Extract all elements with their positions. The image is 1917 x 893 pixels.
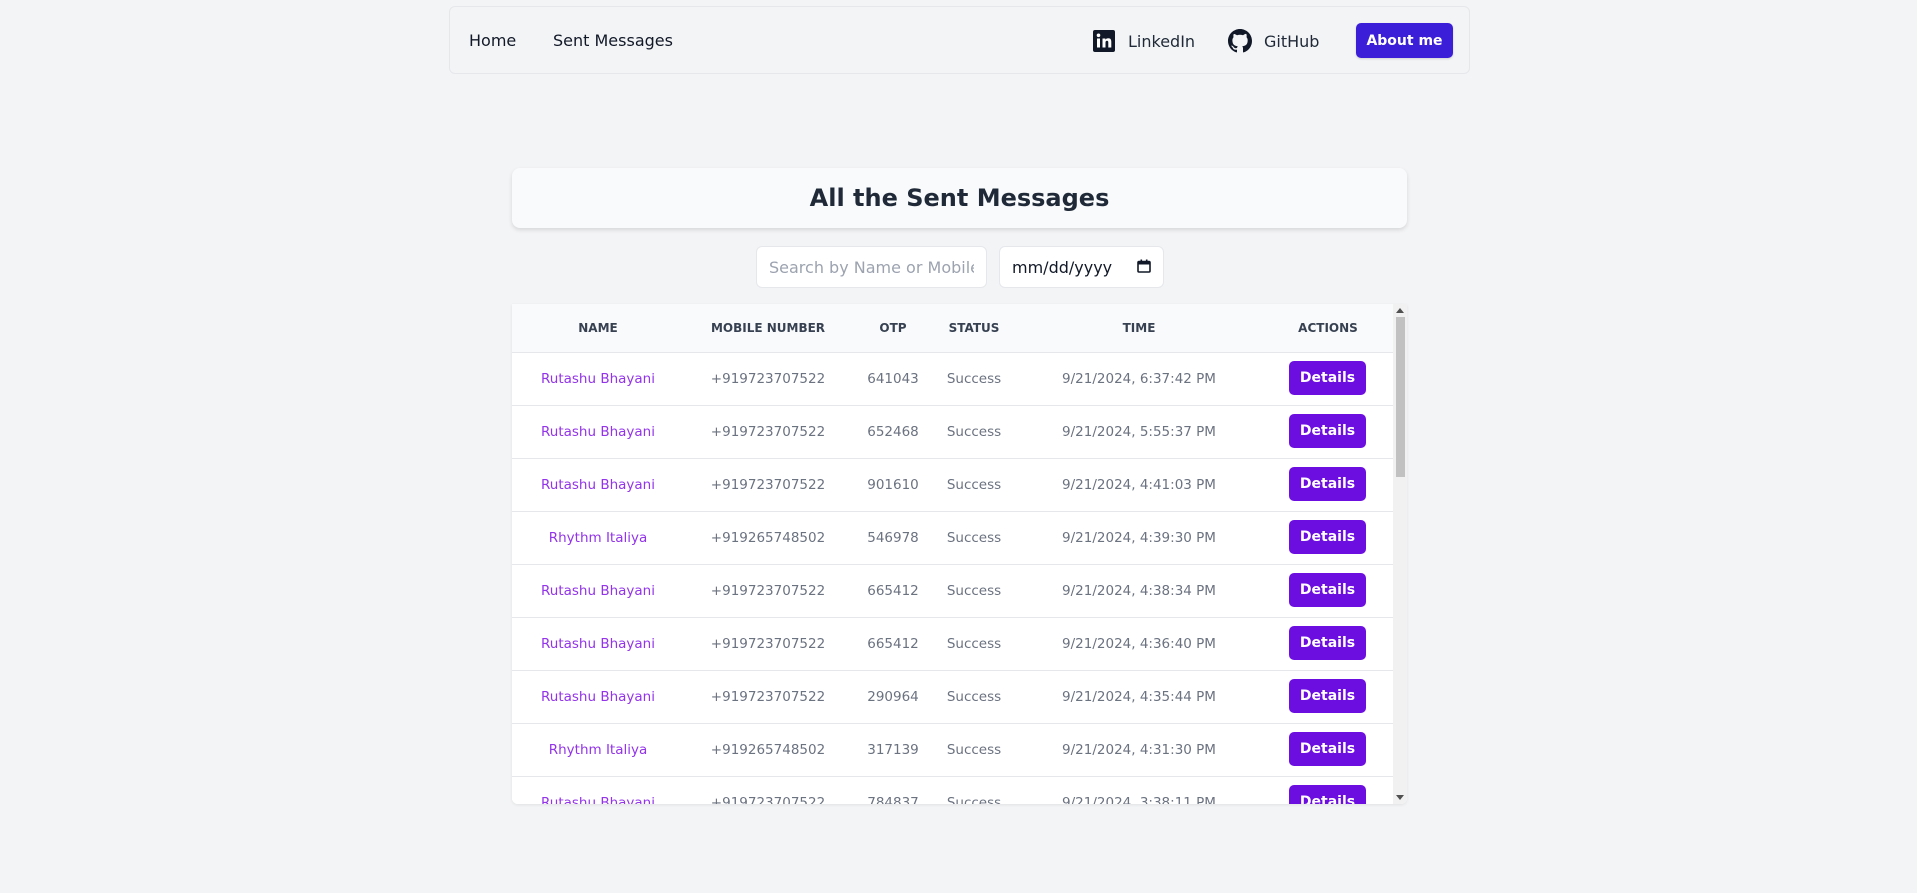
cell-name[interactable]: Rutashu Bhayani	[541, 795, 655, 804]
table-scrollbar[interactable]	[1393, 304, 1407, 804]
details-button[interactable]: Details	[1289, 785, 1366, 804]
details-button[interactable]: Details	[1289, 361, 1366, 395]
cell-time: 9/21/2024, 4:39:30 PM	[1062, 530, 1216, 546]
table-row: Rutashu Bhayani +919723707522 665412 Succes…	[512, 617, 1393, 671]
cell-otp: 665412	[867, 636, 919, 652]
cell-status: Success	[946, 583, 1002, 599]
cell-otp: 784837	[867, 795, 919, 804]
details-button[interactable]: Details	[1289, 732, 1366, 766]
cell-otp: 317139	[867, 742, 919, 758]
cell-otp: 546978	[867, 530, 919, 546]
cell-name[interactable]: Rutashu Bhayani	[541, 424, 655, 440]
details-button[interactable]: Details	[1289, 626, 1366, 660]
cell-status: Success	[946, 477, 1002, 493]
cell-status: Success	[946, 530, 1002, 546]
cell-time: 9/21/2024, 4:35:44 PM	[1062, 689, 1216, 705]
cell-time: 9/21/2024, 3:38:11 PM	[1062, 795, 1216, 804]
cell-mobile: +919265748502	[710, 530, 826, 546]
cell-status: Success	[946, 371, 1002, 387]
top-navbar: Home Sent Messages LinkedIn GitHub About…	[449, 6, 1470, 74]
github-link[interactable]: GitHub	[1228, 29, 1319, 53]
cell-time: 9/21/2024, 4:38:34 PM	[1062, 583, 1216, 599]
column-header-time: TIME	[1122, 321, 1156, 335]
table-header: NAME MOBILE NUMBER OTP STATUS TIME ACTIO…	[512, 304, 1393, 352]
cell-mobile: +919723707522	[710, 636, 826, 652]
cell-mobile: +919723707522	[710, 583, 826, 599]
scroll-down-arrow[interactable]	[1396, 795, 1404, 800]
cell-name[interactable]: Rutashu Bhayani	[541, 477, 655, 493]
date-filter-input[interactable]: mm/dd/yyyy	[999, 246, 1164, 288]
cell-name[interactable]: Rutashu Bhayani	[541, 583, 655, 599]
nav-sent-messages-link[interactable]: Sent Messages	[553, 31, 673, 50]
search-input[interactable]	[756, 246, 987, 288]
table-row: Rhythm Italiya +919265748502 317139 Success…	[512, 723, 1393, 777]
nav-home-link[interactable]: Home	[469, 31, 516, 50]
table-row: Rutashu Bhayani +919723707522 290964 Succes…	[512, 670, 1393, 724]
github-label: GitHub	[1264, 31, 1320, 51]
scroll-thumb[interactable]	[1396, 317, 1405, 477]
scroll-up-arrow[interactable]	[1396, 308, 1404, 313]
cell-status: Success	[946, 689, 1002, 705]
cell-status: Success	[946, 424, 1002, 440]
messages-table: NAME MOBILE NUMBER OTP STATUS TIME ACTIO…	[512, 304, 1407, 804]
cell-time: 9/21/2024, 6:37:42 PM	[1062, 371, 1216, 387]
table-row: Rutashu Bhayani +919723707522 784837 Succes…	[512, 776, 1393, 804]
details-button[interactable]: Details	[1289, 467, 1366, 501]
table-row: Rutashu Bhayani +919723707522 901610 Succes…	[512, 458, 1393, 512]
column-header-mobile: MOBILE NUMBER	[710, 321, 826, 335]
cell-name[interactable]: Rutashu Bhayani	[541, 636, 655, 652]
cell-status: Success	[946, 742, 1002, 758]
cell-mobile: +919723707522	[710, 689, 826, 705]
table-row: Rhythm Italiya +919265748502 546978 Success…	[512, 511, 1393, 565]
cell-otp: 665412	[867, 583, 919, 599]
cell-mobile: +919723707522	[710, 795, 826, 804]
title-bar: All the Sent Messages	[512, 168, 1407, 228]
column-header-name: NAME	[578, 321, 618, 335]
cell-otp: 290964	[867, 689, 919, 705]
cell-name[interactable]: Rhythm Italiya	[549, 530, 648, 546]
calendar-icon[interactable]	[1137, 258, 1151, 277]
cell-status: Success	[946, 636, 1002, 652]
github-icon	[1228, 29, 1252, 53]
cell-name[interactable]: Rhythm Italiya	[549, 742, 648, 758]
cell-status: Success	[946, 795, 1002, 804]
linkedin-link[interactable]: LinkedIn	[1092, 29, 1195, 53]
linkedin-label: LinkedIn	[1128, 31, 1196, 51]
table-row: Rutashu Bhayani +919723707522 665412 Succes…	[512, 564, 1393, 618]
cell-name[interactable]: Rutashu Bhayani	[541, 689, 655, 705]
cell-mobile: +919265748502	[710, 742, 826, 758]
cell-otp: 641043	[867, 371, 919, 387]
cell-time: 9/21/2024, 4:36:40 PM	[1062, 636, 1216, 652]
details-button[interactable]: Details	[1289, 414, 1366, 448]
date-placeholder: mm/dd/yyyy	[1012, 257, 1113, 277]
table-row: Rutashu Bhayani +919723707522 652468 Succes…	[512, 405, 1393, 459]
cell-time: 9/21/2024, 4:31:30 PM	[1062, 742, 1216, 758]
details-button[interactable]: Details	[1289, 573, 1366, 607]
cell-name[interactable]: Rutashu Bhayani	[541, 371, 655, 387]
about-me-button[interactable]: About me	[1356, 23, 1453, 58]
details-button[interactable]: Details	[1289, 520, 1366, 554]
cell-otp: 901610	[867, 477, 919, 493]
column-header-actions: ACTIONS	[1298, 321, 1358, 335]
column-header-otp: OTP	[879, 321, 907, 335]
sent-messages-card: All the Sent Messages mm/dd/yyyy NAME MO…	[512, 168, 1407, 804]
column-header-status: STATUS	[948, 321, 1000, 335]
cell-mobile: +919723707522	[710, 477, 826, 493]
cell-time: 9/21/2024, 4:41:03 PM	[1062, 477, 1216, 493]
linkedin-icon	[1092, 29, 1116, 53]
page-title: All the Sent Messages	[809, 184, 1110, 212]
cell-mobile: +919723707522	[710, 424, 826, 440]
table-row: Rutashu Bhayani +919723707522 641043 Succes…	[512, 352, 1393, 406]
details-button[interactable]: Details	[1289, 679, 1366, 713]
cell-time: 9/21/2024, 5:55:37 PM	[1062, 424, 1216, 440]
cell-mobile: +919723707522	[710, 371, 826, 387]
cell-otp: 652468	[867, 424, 919, 440]
